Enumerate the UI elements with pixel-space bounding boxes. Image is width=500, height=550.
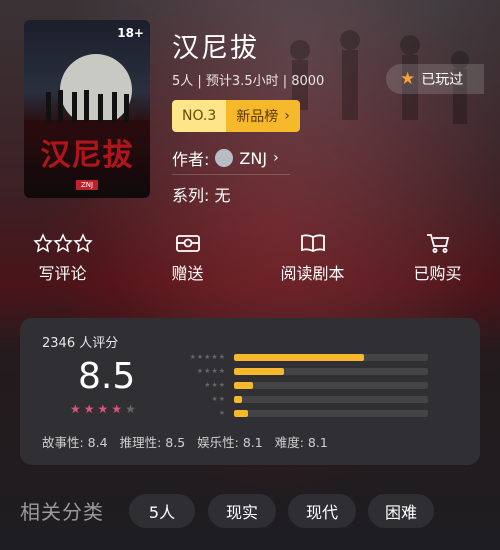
distribution-row: ★ xyxy=(178,406,428,420)
write-review-button[interactable]: 写评论 xyxy=(0,232,125,292)
distribution-stars: ★★★★ xyxy=(196,367,226,375)
related-categories-title: 相关分类 xyxy=(20,500,104,524)
distribution-track xyxy=(234,367,428,375)
rank-badge[interactable]: NO.3 新品榜 › xyxy=(172,100,300,132)
author-prefix: 作者: xyxy=(172,150,210,169)
rating-count: 2346 人评分 xyxy=(42,336,119,351)
gift-icon xyxy=(175,232,201,254)
action-label: 阅读剧本 xyxy=(280,264,345,283)
distribution-track xyxy=(234,353,428,361)
distribution-fill xyxy=(234,367,285,375)
age-badge: 18+ xyxy=(117,26,144,40)
cart-icon xyxy=(425,232,451,254)
distribution-stars: ★★★ xyxy=(204,381,226,389)
rank-label: 新品榜 › xyxy=(226,100,300,132)
star-filled-icon: ★ xyxy=(97,402,109,416)
book-icon xyxy=(300,232,326,254)
action-label: 赠送 xyxy=(171,264,204,283)
script-meta: 5人 | 预计3.5小时 | 8000 xyxy=(172,74,325,89)
star-filled-icon: ★ xyxy=(83,402,95,416)
distribution-stars: ★★ xyxy=(211,395,226,403)
star-filled-icon: ★ xyxy=(111,402,123,416)
category-tag[interactable]: 现实 xyxy=(208,494,276,528)
distribution-fill xyxy=(234,381,254,389)
author-avatar xyxy=(215,149,234,167)
action-bar: 写评论 赠送 阅读剧本 已购买 xyxy=(0,232,500,292)
distribution-row: ★★★★★ xyxy=(178,350,428,364)
cover-image[interactable]: 18+ 汉尼拔 ZNJ xyxy=(24,20,150,198)
rating-score: 8.5 xyxy=(78,356,136,397)
rank-list-label: 新品榜 xyxy=(236,109,279,125)
rank-number: NO.3 xyxy=(172,100,227,132)
distribution-track xyxy=(234,409,428,417)
played-button[interactable]: ★ 已玩过 xyxy=(386,64,484,94)
distribution-row: ★★★ xyxy=(178,378,428,392)
action-label: 已购买 xyxy=(413,264,462,283)
distribution-track xyxy=(234,395,428,403)
action-label: 写评论 xyxy=(38,264,87,283)
chevron-right-icon: › xyxy=(284,108,290,124)
star-filled-icon: ★ xyxy=(70,402,81,416)
read-script-button[interactable]: 阅读剧本 xyxy=(250,232,375,292)
purchased-button[interactable]: 已购买 xyxy=(375,232,500,292)
author-link[interactable]: 作者: ZNJ › xyxy=(172,146,279,170)
chevron-right-icon: › xyxy=(273,150,279,166)
subscore-reasoning: 推理性: 8.5 xyxy=(119,435,186,450)
distribution-fill xyxy=(234,353,364,361)
distribution-fill xyxy=(234,395,242,403)
distribution-fill xyxy=(234,409,248,417)
cover-title: 汉尼拔 xyxy=(40,138,134,173)
star-icon: ★ xyxy=(400,69,416,89)
distribution-row: ★★★★ xyxy=(178,364,428,378)
subscores: 故事性: 8.4 推理性: 8.5 娱乐性: 8.1 难度: 8.1 xyxy=(42,432,328,451)
cover-tag: ZNJ xyxy=(75,180,99,190)
distribution-stars: ★ xyxy=(218,409,226,417)
gift-button[interactable]: 赠送 xyxy=(125,232,250,292)
author-name: ZNJ xyxy=(239,148,268,168)
played-label: 已玩过 xyxy=(421,72,464,88)
subscore-fun: 娱乐性: 8.1 xyxy=(197,435,263,450)
stars-icon xyxy=(32,232,93,254)
page-title: 汉尼拔 xyxy=(172,33,259,64)
divider xyxy=(172,174,290,175)
distribution-row: ★★ xyxy=(178,392,428,406)
rating-card: 2346 人评分 8.5 ★ ★ ★ ★ ★ ★★★★★ ★★★★ ★★★ ★★ ★ 故事性: … xyxy=(20,318,480,465)
rating-stars: ★ ★ ★ ★ ★ xyxy=(70,402,136,416)
rating-distribution: ★★★★★ ★★★★ ★★★ ★★ ★ xyxy=(178,350,428,420)
subscore-difficulty: 难度: 8.1 xyxy=(274,435,328,450)
series-info: 系列: 无 xyxy=(172,186,231,205)
star-empty-icon: ★ xyxy=(125,402,136,416)
subscore-story: 故事性: 8.4 xyxy=(42,435,108,450)
distribution-stars: ★★★★★ xyxy=(189,353,226,361)
category-tag[interactable]: 现代 xyxy=(288,494,356,528)
distribution-track xyxy=(234,381,428,389)
category-tag[interactable]: 困难 xyxy=(368,494,434,528)
category-tag[interactable]: 5人 xyxy=(129,494,195,528)
